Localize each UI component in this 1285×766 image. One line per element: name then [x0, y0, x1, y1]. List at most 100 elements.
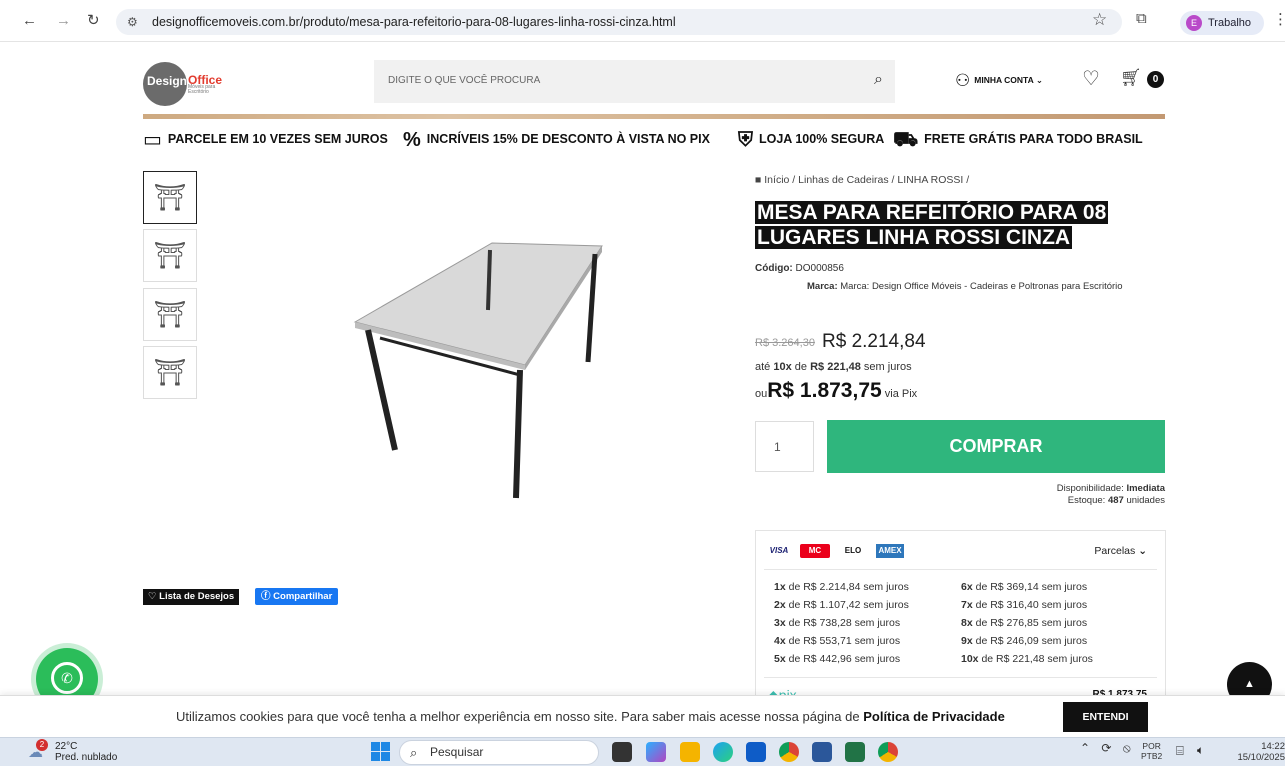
installment-row: 1x de R$ 2.214,84 sem juros — [774, 581, 909, 593]
installments-panel: VISA MC ELO AMEX Parcelas ⌄ 1x de R$ 2.2… — [755, 530, 1166, 703]
product-thumbnail-3[interactable]: ⛩ — [143, 288, 197, 341]
cookie-accept-button[interactable]: ENTENDI — [1063, 702, 1148, 732]
account-menu[interactable]: ⚇ MINHA CONTA ⌄ — [955, 70, 1043, 90]
breadcrumb-home[interactable]: Início — [764, 174, 789, 186]
site-search-input[interactable]: DIGITE O QUE VOCÊ PROCURA ⌕ — [374, 60, 895, 103]
header-banner-strip — [143, 114, 1165, 119]
system-tray[interactable]: ⌃ ⟳ ⦸ — [1080, 741, 1131, 756]
chevron-up-icon[interactable]: ⌃ — [1080, 741, 1090, 755]
store-icon[interactable] — [746, 742, 766, 762]
location-icon[interactable]: ⦸ — [1123, 741, 1131, 755]
stock-unit: unidades — [1126, 495, 1165, 506]
lang-primary: POR — [1142, 741, 1161, 751]
visa-card-icon: VISA — [769, 546, 789, 555]
extensions-icon[interactable]: ⧉ — [1136, 10, 1147, 27]
site-logo[interactable]: Design Office Móveis para Escritório — [143, 62, 234, 106]
benefit-secure: ⛨ LOJA 100% SEGURA — [738, 123, 884, 155]
avail-value: Imediata — [1126, 483, 1165, 494]
buy-button[interactable]: COMPRAR — [827, 420, 1165, 473]
windows-start-icon[interactable] — [371, 742, 391, 762]
back-icon[interactable]: ← — [22, 11, 37, 31]
wishlist-button[interactable]: ♡ Lista de Desejos — [143, 589, 240, 605]
installment-row: 9x de R$ 246,09 sem juros — [961, 635, 1088, 647]
breadcrumb-line[interactable]: LINHA ROSSI — [897, 174, 963, 186]
divider — [764, 569, 1157, 570]
installment-row: 6x de R$ 369,14 sem juros — [961, 581, 1088, 593]
sync-icon[interactable]: ⟳ — [1101, 741, 1111, 755]
price-old: R$ 3.264,30 — [755, 337, 815, 349]
breadcrumb: ■ Início / Linhas de Cadeiras / LINHA RO… — [755, 174, 970, 186]
address-bar[interactable]: ⚙ designofficemoveis.com.br/produto/mesa… — [116, 9, 1122, 35]
shield-lock-icon: ⛨ — [738, 128, 753, 151]
profile-avatar: E — [1186, 15, 1202, 31]
url-text: designofficemoveis.com.br/produto/mesa-p… — [152, 15, 676, 29]
word-icon[interactable] — [812, 742, 832, 762]
edge-icon[interactable] — [713, 742, 733, 762]
brand-label: Marca: — [807, 281, 838, 292]
taskbar-search-label: Pesquisar — [430, 745, 484, 759]
network-icon[interactable]: ⌸ — [1176, 743, 1184, 759]
site-settings-icon[interactable]: ⚙ — [127, 9, 138, 35]
product-thumbnail-1[interactable]: ⛩ — [143, 171, 197, 224]
installment-row: 4x de R$ 553,71 sem juros — [774, 635, 901, 647]
installment-row: 8x de R$ 276,85 sem juros — [961, 617, 1088, 629]
inst-times: 10x — [773, 361, 792, 373]
pix-price-value: R$ 1.873,75 — [767, 379, 882, 402]
reload-icon[interactable]: ↻ — [87, 11, 100, 31]
breadcrumb-category[interactable]: Linhas de Cadeiras — [798, 174, 888, 186]
logo-sub-text: Móveis para Escritório — [188, 84, 216, 95]
elo-card-icon: ELO — [844, 546, 862, 555]
clock[interactable]: 14:22 15/10/2025 — [1228, 741, 1285, 763]
chevron-up-icon: ▲ — [1244, 678, 1255, 690]
inst-prefix: até — [755, 361, 771, 373]
stock-label: Estoque: — [1067, 495, 1106, 506]
product-thumbnail-4[interactable]: ⛩ — [143, 346, 197, 399]
cart-icon[interactable]: 🛒︎ — [1120, 68, 1142, 88]
forward-icon[interactable]: → — [56, 11, 71, 31]
pix-price: ouR$ 1.873,75 via Pix — [755, 379, 917, 403]
search-icon[interactable]: ⌕ — [874, 71, 883, 89]
taskview-icon[interactable] — [612, 742, 632, 762]
profile-button[interactable]: E Trabalho — [1180, 11, 1264, 35]
wishlist-heart-icon[interactable]: ♡ — [1082, 66, 1100, 91]
cookie-message: Utilizamos cookies para que você tenha a… — [176, 709, 860, 724]
parcelas-label: Parcelas — [1094, 545, 1136, 557]
inst-mid: de — [794, 361, 808, 373]
weather-temp: 22°C — [55, 741, 78, 752]
price-new: R$ 2.214,84 — [822, 331, 926, 352]
product-main-image[interactable] — [340, 230, 620, 510]
installment-summary: até 10x de R$ 221,48 sem juros — [755, 361, 912, 373]
search-icon: ⌕ — [410, 745, 418, 760]
bookmark-star-icon[interactable]: ☆ — [1092, 10, 1107, 30]
code-value: DO000856 — [795, 263, 844, 274]
m365-icon[interactable] — [646, 742, 666, 762]
privacy-policy-link[interactable]: Política de Privacidade — [863, 709, 1005, 724]
benefit-label: LOJA 100% SEGURA — [759, 132, 885, 146]
browser-menu-icon[interactable]: ⋮ — [1273, 10, 1285, 28]
chevron-down-icon: ⌄ — [1035, 75, 1043, 85]
lang-secondary: PTB2 — [1141, 751, 1163, 761]
file-explorer-icon[interactable] — [680, 742, 700, 762]
facebook-icon: ⓕ — [261, 591, 271, 602]
share-facebook-button[interactable]: ⓕ Compartilhar — [255, 588, 339, 605]
chrome-profile-icon[interactable] — [878, 742, 898, 762]
product-thumbnail-2[interactable]: ⛩ — [143, 229, 197, 282]
volume-icon[interactable]: 🔈︎ — [1197, 743, 1204, 758]
quantity-input[interactable]: 1 — [755, 421, 814, 472]
cookie-banner: Utilizamos cookies para que você tenha a… — [0, 695, 1285, 737]
mastercard-icon: MC — [800, 544, 830, 558]
parcelas-dropdown[interactable]: Parcelas ⌄ — [1094, 545, 1147, 557]
inst-suffix: sem juros — [863, 361, 912, 373]
code-label: Código: — [755, 263, 793, 274]
language-indicator[interactable]: POR PTB2 — [1141, 741, 1162, 761]
stock-value: 487 — [1107, 495, 1124, 506]
installment-row: 3x de R$ 738,28 sem juros — [774, 617, 901, 629]
chrome-icon[interactable] — [779, 742, 799, 762]
account-label: MINHA CONTA — [974, 75, 1034, 85]
excel-icon[interactable] — [845, 742, 865, 762]
taskbar-search[interactable]: ⌕ Pesquisar — [399, 740, 599, 765]
benefit-label: INCRÍVEIS 15% DE DESCONTO À VISTA NO PIX — [426, 132, 710, 146]
brand-value: Marca: Design Office Móveis - Cadeiras e… — [840, 281, 1123, 292]
pix-suffix: via Pix — [884, 388, 918, 400]
availability-info: Disponibilidade: Imediata Estoque: 487 u… — [1057, 483, 1165, 507]
